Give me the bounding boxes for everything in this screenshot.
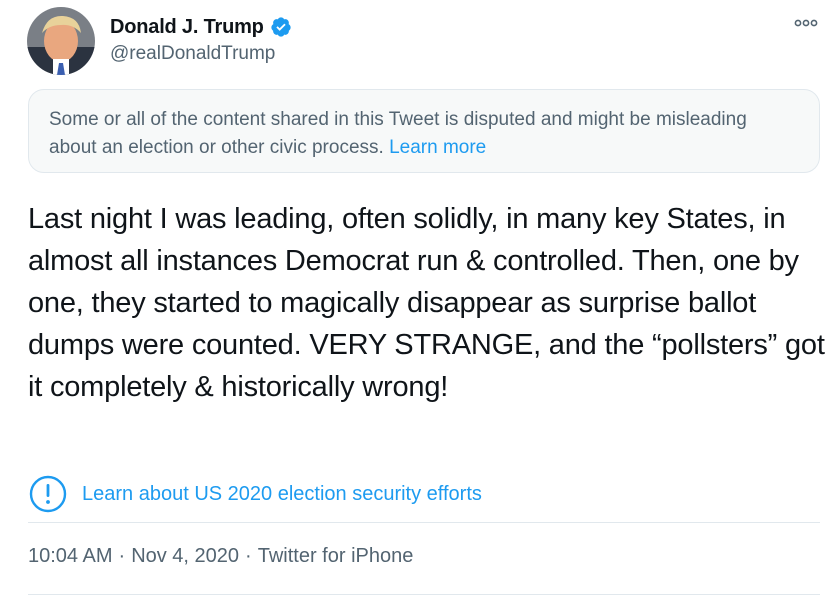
divider: [28, 522, 820, 523]
divider: [28, 594, 820, 595]
display-name[interactable]: Donald J. Trump: [110, 16, 264, 39]
election-security-link[interactable]: Learn about US 2020 election security ef…: [28, 474, 482, 514]
tweet-metadata: 10:04 AM · Nov 4, 2020 · Twitter for iPh…: [28, 545, 413, 568]
meta-separator: ·: [245, 545, 252, 567]
tweet-time[interactable]: 10:04 AM: [28, 545, 113, 568]
name-row: Donald J. Trump: [110, 13, 292, 41]
tweet-card: Donald J. Trump @realDonaldTrump Some or…: [0, 0, 838, 596]
handle[interactable]: @realDonaldTrump: [110, 43, 292, 65]
tweet-date[interactable]: Nov 4, 2020: [131, 545, 239, 568]
tweet-source[interactable]: Twitter for iPhone: [258, 545, 414, 568]
learn-more-link[interactable]: Learn more: [389, 137, 486, 158]
avatar[interactable]: [27, 7, 95, 75]
election-link-label: Learn about US 2020 election security ef…: [82, 482, 482, 505]
exclamation-circle-icon: [29, 475, 67, 513]
disputed-content-notice: Some or all of the content shared in thi…: [28, 89, 820, 173]
tweet-text: Last night I was leading, often solidly,…: [28, 203, 825, 403]
profile-photo-icon: [27, 7, 95, 75]
meta-separator: ·: [118, 545, 126, 567]
verified-badge-icon: [271, 17, 291, 37]
author-block: Donald J. Trump @realDonaldTrump: [110, 13, 292, 65]
more-options-icon[interactable]: [794, 16, 818, 30]
